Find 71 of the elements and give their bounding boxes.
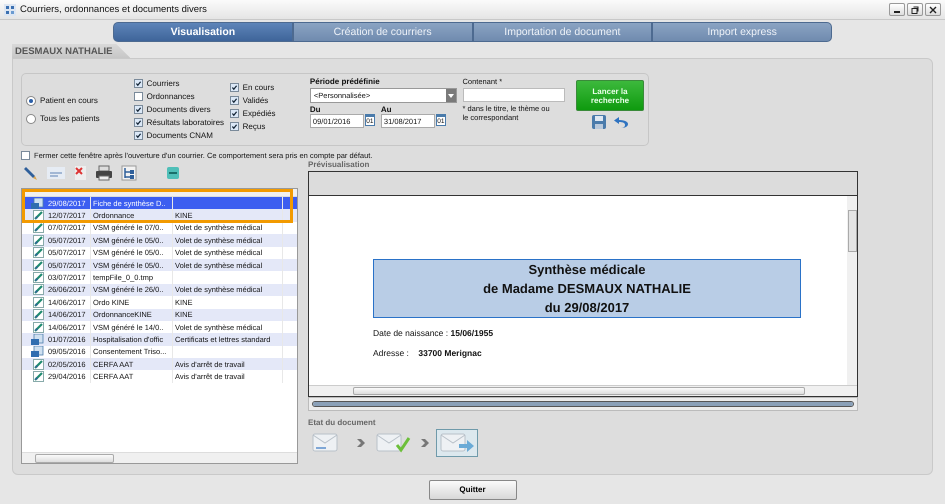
minimize-button[interactable] [889, 3, 905, 16]
printer-icon[interactable] [95, 165, 113, 181]
tab[interactable]: Visualisation [113, 22, 293, 42]
checkbox-label: Documents CNAM [146, 130, 213, 140]
checkbox-label: Résultats laboratoires [146, 118, 224, 126]
letter-icon [31, 334, 44, 345]
checkbox-label: Ordonnances [146, 92, 195, 100]
caret-icon [448, 94, 454, 98]
checkbox-label: En cours [242, 82, 274, 92]
edit-icon [33, 260, 44, 271]
delete-icon[interactable] [73, 165, 87, 181]
preview-label: Prévisualisation [308, 160, 370, 169]
document-text: Date de naissance : 15/06/1955 [373, 328, 494, 338]
edit-icon [33, 284, 44, 296]
search-field[interactable] [462, 88, 564, 102]
checkbox[interactable] [134, 104, 143, 114]
checkbox-label: Validés [242, 96, 268, 104]
save-icon[interactable] [591, 114, 607, 130]
letter-icon [31, 198, 44, 209]
horizontal-scrollbar[interactable] [309, 385, 857, 396]
document-state-label: Etat du document [308, 418, 377, 427]
undo-icon[interactable] [613, 114, 629, 130]
checkbox-label: Expédiés [242, 108, 276, 118]
checkbox-label: Reçus [242, 122, 266, 130]
checkbox[interactable] [134, 78, 143, 88]
checkbox[interactable] [230, 96, 239, 104]
checkbox[interactable] [230, 82, 239, 92]
checkbox-label: Documents divers [146, 104, 211, 114]
letter-icon [31, 346, 44, 358]
tree-icon[interactable] [121, 165, 137, 181]
from-label: Du [310, 105, 322, 114]
minimize-icon [894, 11, 900, 13]
chevron-icon [420, 438, 430, 448]
checkbox[interactable] [21, 150, 30, 160]
radio-label: Patient en cours [40, 96, 98, 105]
zoom-slider[interactable] [308, 397, 858, 411]
period-label: Période prédéfinie [310, 77, 381, 86]
edit-icon [33, 371, 44, 382]
radio-button[interactable] [26, 96, 36, 106]
document-text: Adresse : 33700 Merignac [373, 348, 483, 358]
edit-icon [33, 247, 44, 258]
edit-icon [33, 296, 44, 308]
radio-label: Tous les patients [40, 114, 100, 123]
checkbox[interactable] [134, 92, 143, 100]
close-icon [929, 6, 937, 14]
restore-icon [911, 6, 919, 14]
document-heading: Synthèse médicale de Madame DESMAUX NATHALIE du 29/08/2017 [373, 259, 801, 318]
edit-icon [33, 309, 44, 320]
edit-icon [33, 358, 44, 370]
checkbox[interactable] [134, 130, 143, 140]
vertical-scrollbar[interactable] [847, 196, 857, 385]
horizontal-scrollbar[interactable] [22, 452, 297, 463]
close-button[interactable] [925, 3, 941, 16]
checkbox-label: Courriers [146, 78, 180, 88]
edit-icon [33, 322, 44, 333]
checkbox[interactable] [230, 122, 239, 130]
radio-button[interactable] [26, 114, 36, 124]
checkbox[interactable] [134, 118, 143, 126]
to-label: Au [380, 105, 393, 114]
edit-icon [33, 234, 44, 246]
window-title: Courriers, ordonnances et documents divers [20, 4, 207, 15]
patient-name: DESMAUX NATHALIE [12, 44, 130, 58]
edit-icon [33, 222, 44, 234]
edit-icon [33, 272, 44, 284]
app-icon [4, 4, 16, 16]
restore-button[interactable] [907, 3, 923, 16]
quit-button[interactable]: Quitter [428, 480, 516, 500]
edit-icon [33, 210, 44, 222]
pen-icon[interactable] [23, 165, 39, 181]
checkbox[interactable] [230, 108, 239, 118]
chevron-icon [356, 438, 366, 448]
